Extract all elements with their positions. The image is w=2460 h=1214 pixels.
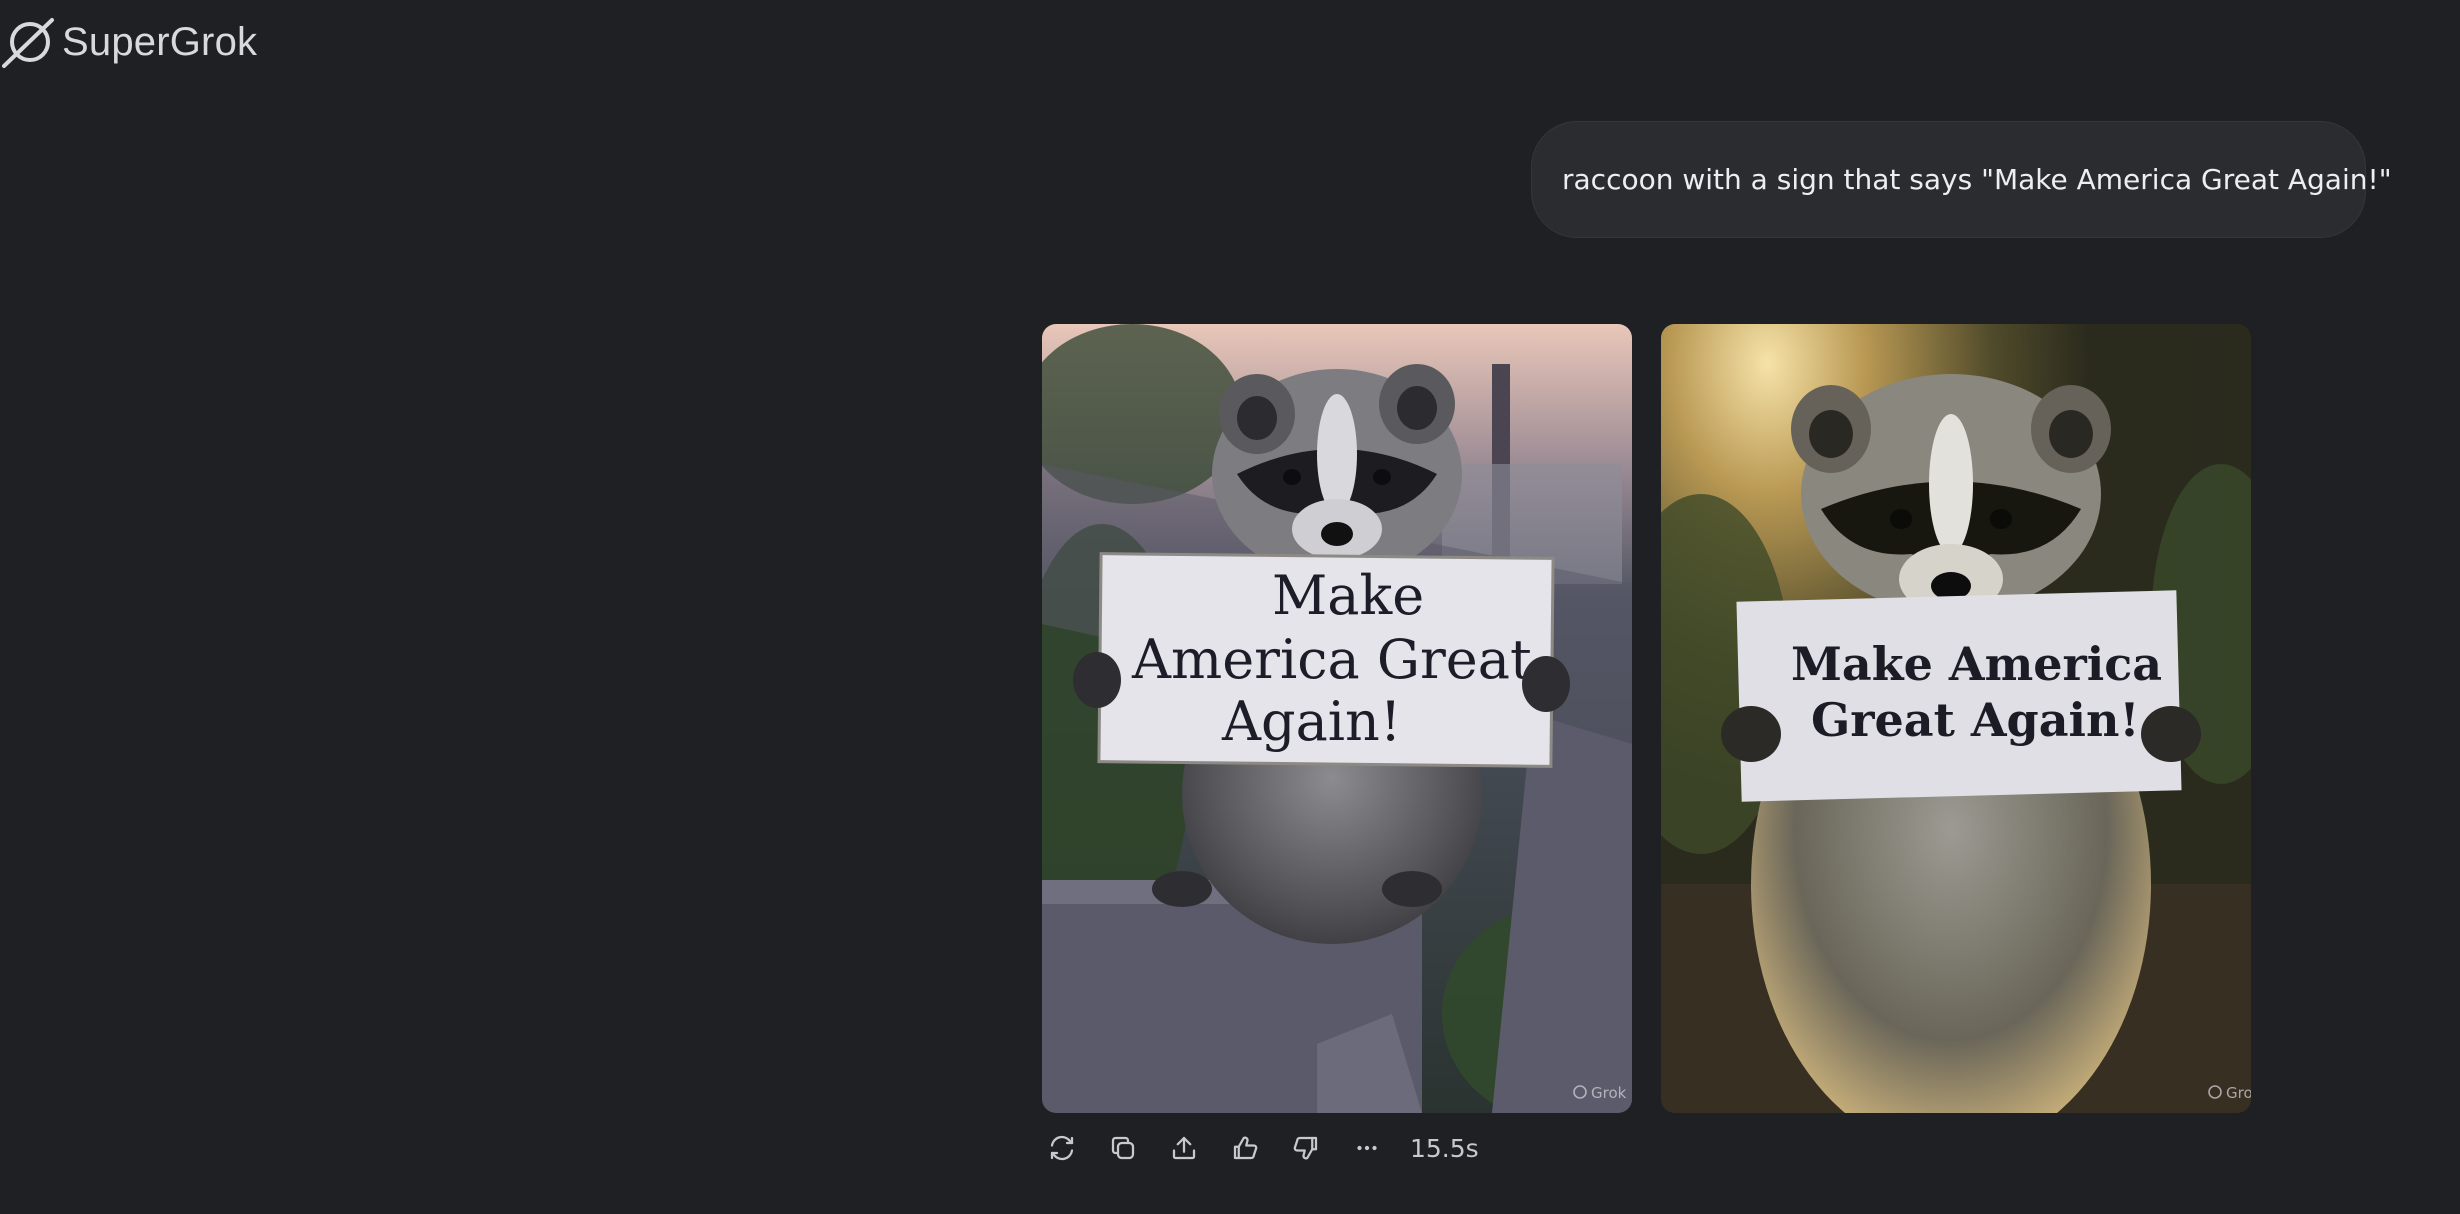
user-message-bubble: raccoon with a sign that says "Make Amer…	[1531, 121, 2392, 238]
dislike-button[interactable]	[1284, 1126, 1328, 1170]
watermark-text: Grok	[1591, 1084, 1627, 1102]
top-bar: SuperGrok	[0, 0, 257, 84]
regenerate-button[interactable]	[1040, 1126, 1084, 1170]
user-message-text: raccoon with a sign that says "Make Amer…	[1562, 163, 2392, 196]
refresh-icon	[1050, 1135, 1074, 1161]
share-button[interactable]	[1162, 1126, 1206, 1170]
response-actions: 15.5s	[1040, 1126, 1479, 1170]
like-button[interactable]	[1223, 1126, 1267, 1170]
sign-text-line-3: Again!	[1221, 690, 1402, 753]
copy-button[interactable]	[1101, 1126, 1145, 1170]
generated-image-2[interactable]: Make America Great Again! Grok	[1661, 324, 2251, 1113]
response-time: 15.5s	[1410, 1133, 1479, 1163]
thumbs-down-icon	[1293, 1136, 1318, 1160]
share-icon	[1172, 1136, 1196, 1160]
more-button[interactable]	[1345, 1126, 1389, 1170]
copy-icon	[1111, 1136, 1135, 1160]
thumbs-up-icon	[1233, 1136, 1258, 1160]
watermark-text: Grok	[2226, 1084, 2251, 1102]
sign-text-line-1: Make America	[1791, 637, 2162, 691]
brand-name[interactable]: SuperGrok	[62, 20, 257, 65]
sign-text-line-2: America Great	[1131, 628, 1532, 691]
generated-image-1[interactable]: Make America Great Again! Grok	[1042, 324, 1632, 1113]
sign-text-line-1: Make	[1272, 564, 1424, 627]
sign-text-line-2: Great Again!	[1811, 693, 2140, 747]
more-icon	[1357, 1145, 1377, 1151]
grok-logo-icon[interactable]	[0, 14, 56, 70]
